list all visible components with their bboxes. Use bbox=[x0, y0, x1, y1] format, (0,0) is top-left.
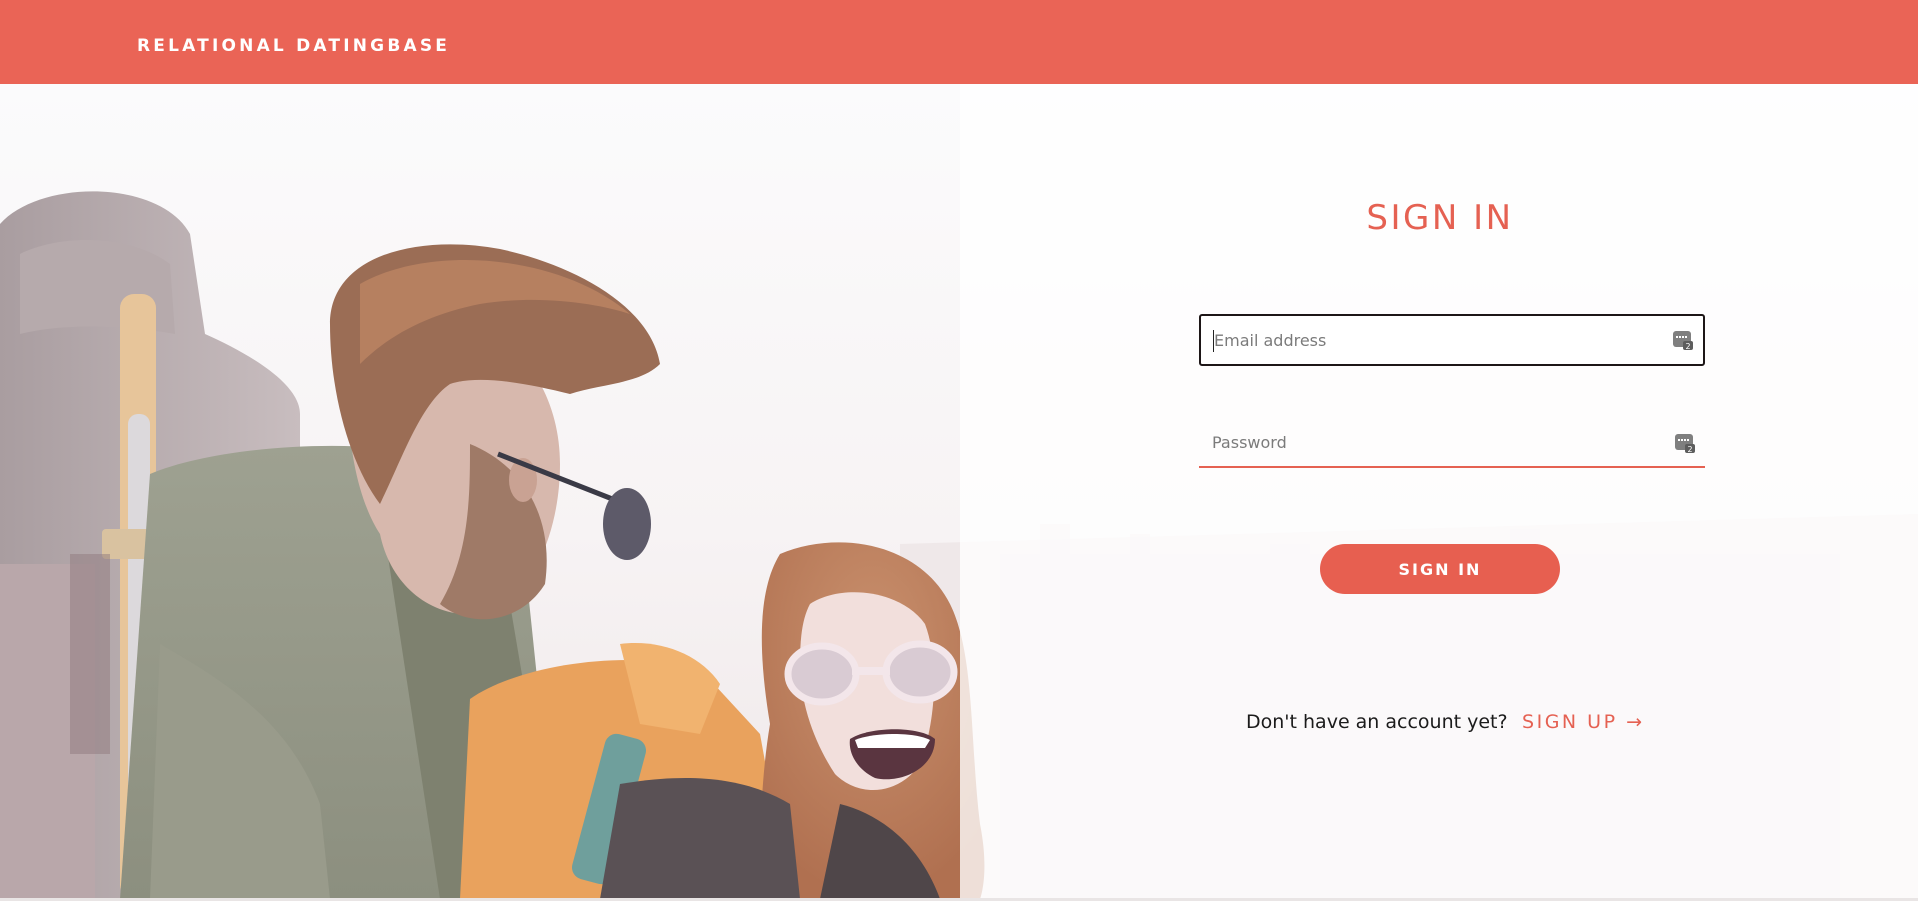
text-cursor bbox=[1213, 330, 1214, 352]
signin-button[interactable]: SIGN IN bbox=[1320, 544, 1560, 594]
svg-text:2: 2 bbox=[1685, 342, 1690, 351]
password-manager-icon[interactable]: 2 bbox=[1674, 432, 1696, 454]
top-navbar: RELATIONAL DATINGBASE bbox=[0, 0, 1918, 84]
password-manager-icon[interactable]: 2 bbox=[1672, 329, 1694, 351]
signup-question-text: Don't have an account yet? bbox=[1246, 711, 1508, 733]
password-field[interactable]: 2 bbox=[1199, 418, 1705, 468]
signin-title: SIGN IN bbox=[1366, 198, 1514, 238]
email-input[interactable] bbox=[1214, 316, 1654, 364]
signup-link[interactable]: SIGN UP → bbox=[1522, 711, 1644, 733]
svg-text:2: 2 bbox=[1687, 445, 1692, 454]
email-field[interactable]: 2 bbox=[1199, 314, 1705, 366]
password-input[interactable] bbox=[1212, 418, 1652, 466]
signup-prompt: Don't have an account yet? SIGN UP → bbox=[1246, 711, 1645, 741]
brand-logo-text[interactable]: RELATIONAL DATINGBASE bbox=[137, 36, 450, 56]
